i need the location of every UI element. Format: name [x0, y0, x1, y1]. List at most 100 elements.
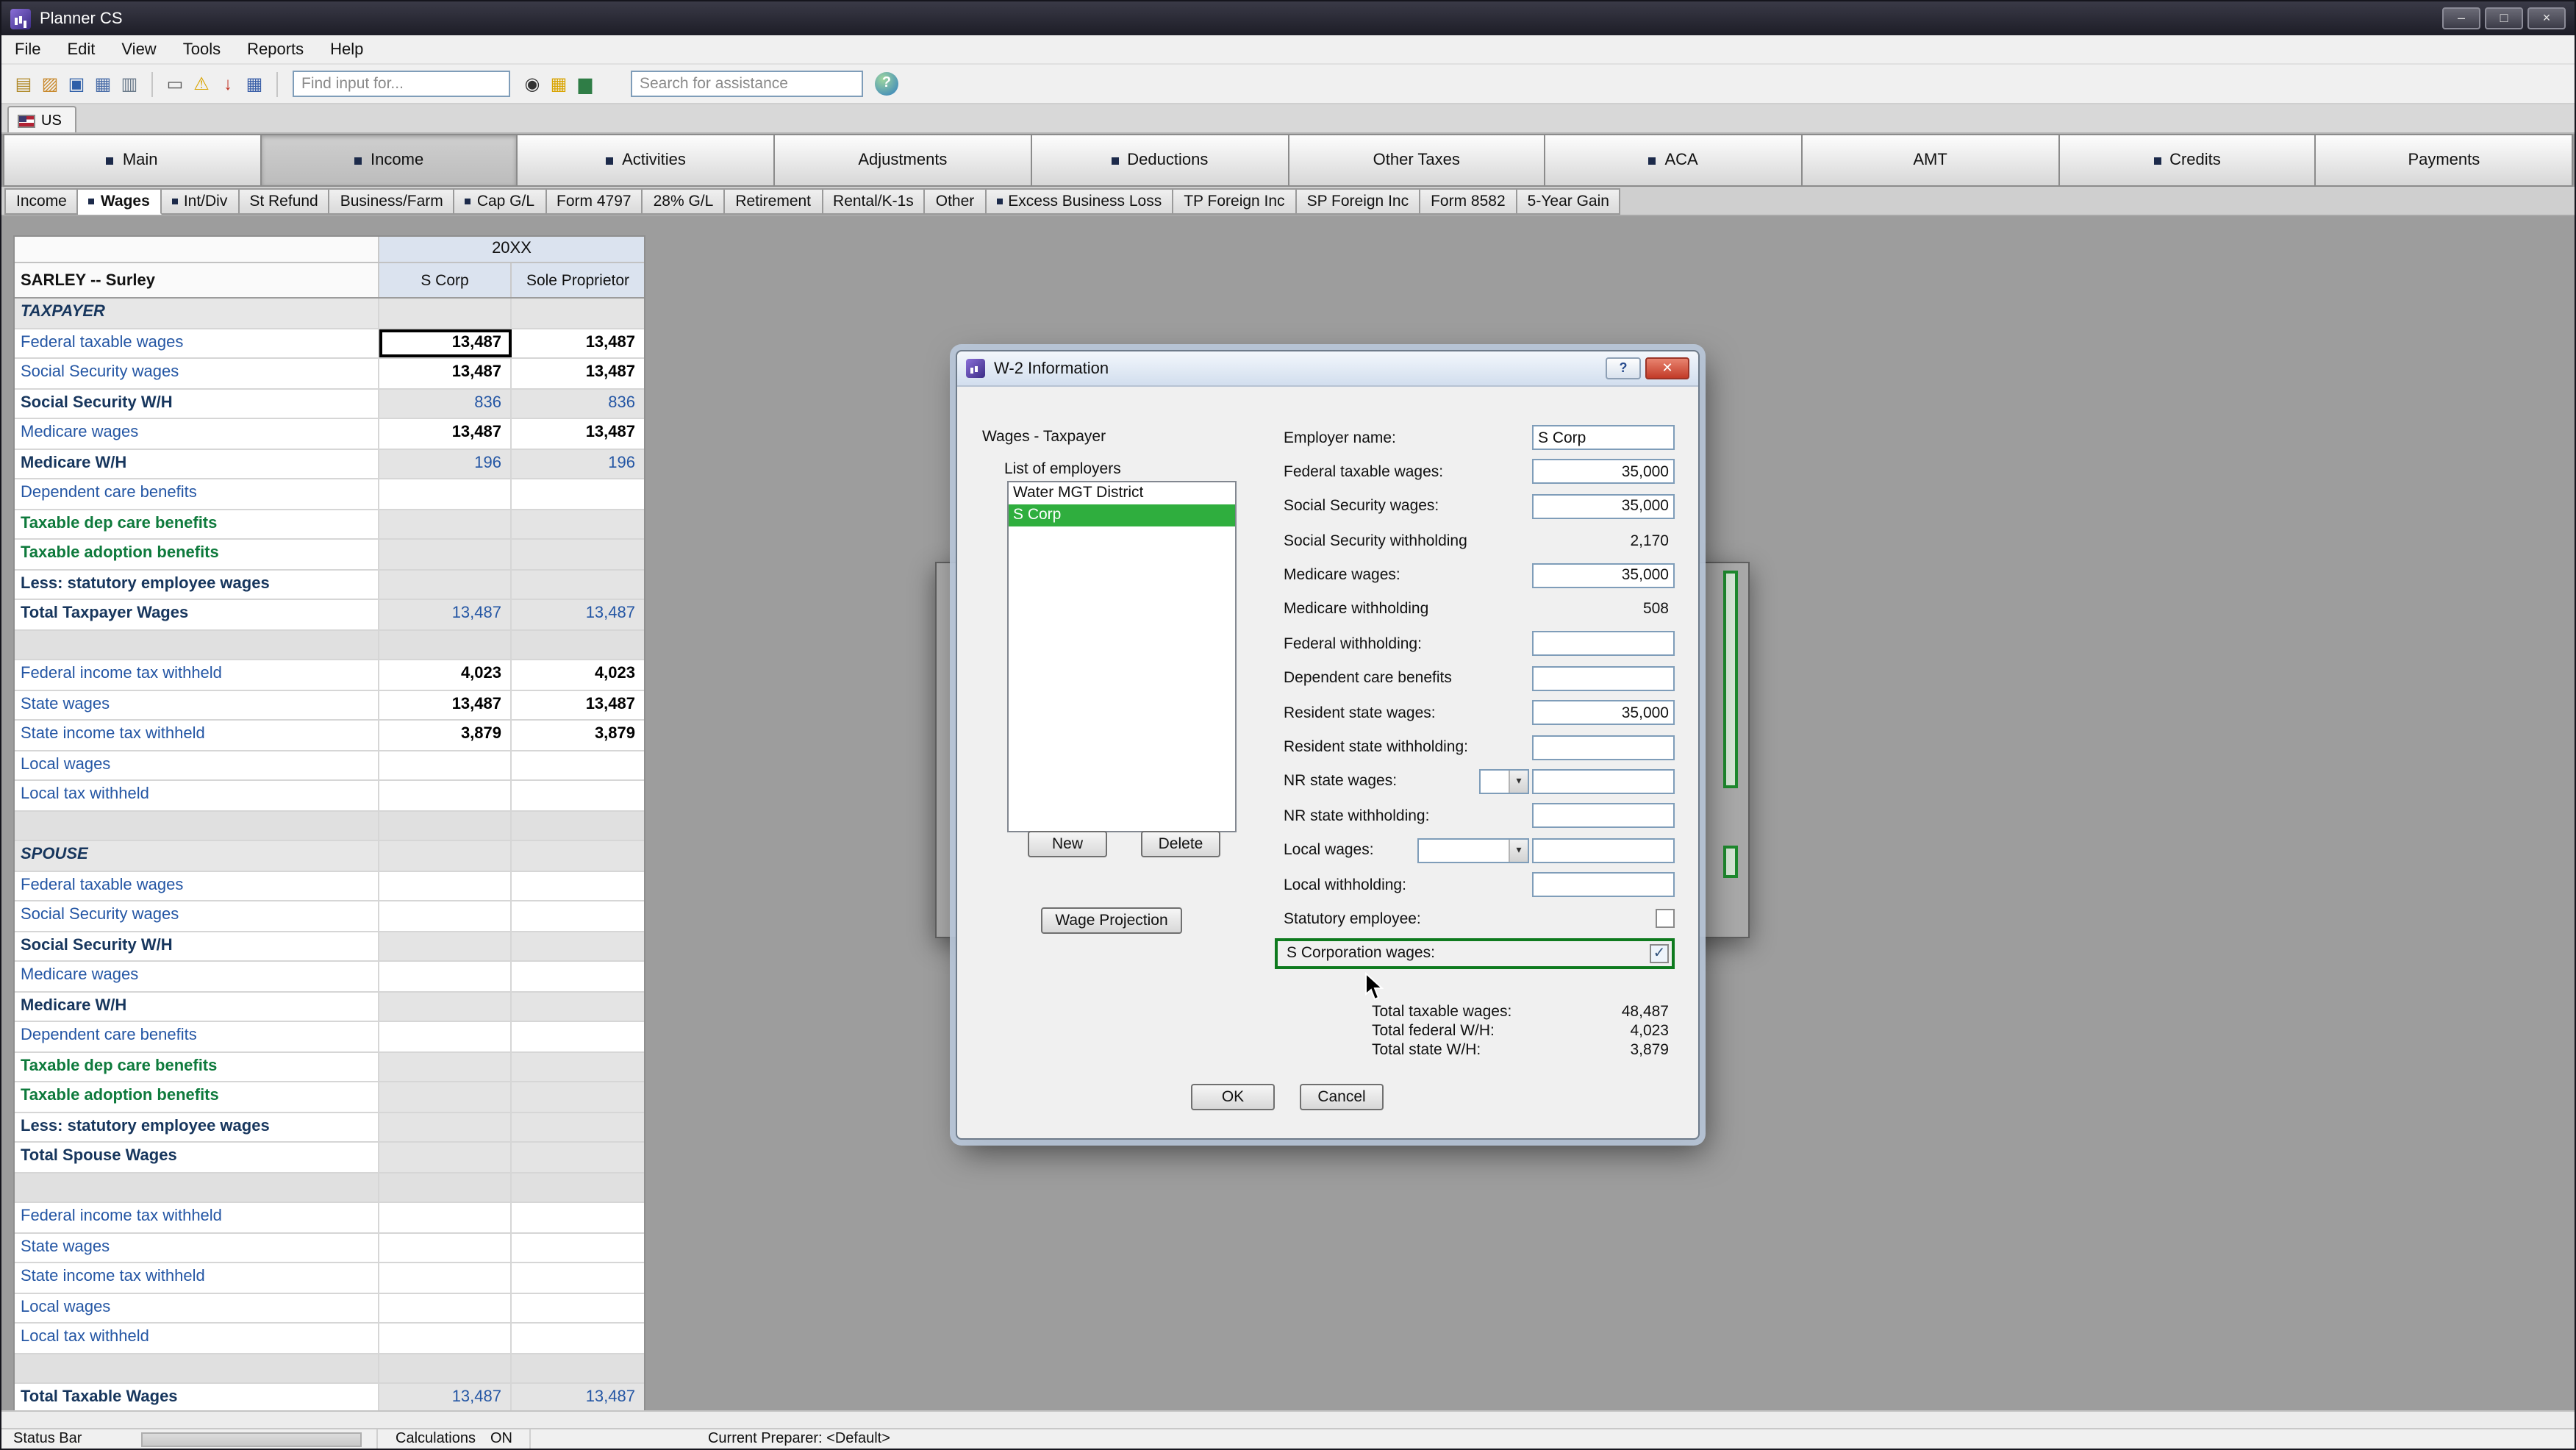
grid-cell[interactable]	[379, 751, 512, 779]
new-employer-button[interactable]: New	[1028, 831, 1107, 857]
tab-us-plan[interactable]: US	[7, 106, 76, 132]
help-icon[interactable]: ?	[875, 72, 898, 96]
grid-cell[interactable]	[512, 962, 644, 990]
grid-cell[interactable]	[379, 1233, 512, 1262]
grid-cell[interactable]: 13,487	[512, 359, 644, 388]
grid-cell[interactable]	[512, 1143, 644, 1171]
grid-cell[interactable]: 13,487	[512, 1384, 644, 1412]
wage-projection-button[interactable]: Wage Projection	[1041, 907, 1182, 934]
grid-cell[interactable]	[512, 1263, 644, 1292]
subtab-other[interactable]: Other	[926, 188, 987, 215]
tab-deductions[interactable]: Deductions	[1032, 134, 1289, 187]
grid-cell[interactable]	[379, 1112, 512, 1141]
field-medicare-wages[interactable]: 35,000	[1532, 562, 1675, 588]
grid-cell[interactable]	[379, 871, 512, 900]
menu-tools[interactable]: Tools	[170, 38, 234, 61]
ok-button[interactable]: OK	[1191, 1084, 1275, 1110]
grid-cell[interactable]	[512, 540, 644, 568]
subtab-business-farm[interactable]: Business/Farm	[330, 188, 455, 215]
grid-cell[interactable]	[512, 1324, 644, 1352]
open-plan-icon[interactable]: ▨	[37, 71, 63, 97]
tab-other-taxes[interactable]: Other Taxes	[1289, 134, 1545, 187]
chart-icon[interactable]: ▆	[572, 71, 598, 97]
field-federal-taxable-wages[interactable]: 35,000	[1532, 460, 1675, 485]
calculator-icon[interactable]: ▦	[545, 71, 572, 97]
grid-cell[interactable]: 13,487	[512, 329, 644, 357]
grid-cell[interactable]	[512, 479, 644, 508]
alert-icon[interactable]: ⚠	[188, 71, 215, 97]
grid-cell[interactable]	[379, 540, 512, 568]
field-local-wages-dropdown[interactable]: ▾	[1417, 838, 1529, 863]
tab-amt[interactable]: AMT	[1803, 134, 2059, 187]
subtab-form-4797[interactable]: Form 4797	[546, 188, 643, 215]
grid-cell[interactable]	[512, 1112, 644, 1141]
grid-cell[interactable]	[379, 479, 512, 508]
grid-cell[interactable]	[379, 1082, 512, 1111]
dialog-close-button[interactable]: ✕	[1645, 357, 1689, 379]
horizontal-scrollbar[interactable]	[1, 1410, 2575, 1428]
field-nr-state-withholding[interactable]	[1532, 804, 1675, 829]
maximize-button[interactable]: □	[2485, 7, 2523, 29]
grid-cell[interactable]	[379, 962, 512, 990]
subtab-cap-g-l[interactable]: Cap G/L	[455, 188, 546, 215]
grid-cell[interactable]	[379, 1324, 512, 1352]
grid-cell[interactable]: 3,879	[512, 721, 644, 749]
tab-credits[interactable]: Credits	[2059, 134, 2316, 187]
grid-cell[interactable]	[379, 1022, 512, 1051]
subtab-sp-foreign-inc[interactable]: SP Foreign Inc	[1297, 188, 1421, 215]
grid-cell[interactable]: 196	[379, 449, 512, 478]
subtab-28-g-l[interactable]: 28% G/L	[643, 188, 726, 215]
grid-cell[interactable]: 13,487	[379, 419, 512, 448]
tab-adjustments[interactable]: Adjustments	[775, 134, 1031, 187]
find-input[interactable]	[293, 71, 510, 97]
grid-cell[interactable]	[379, 992, 512, 1021]
grid-cell[interactable]: 196	[512, 449, 644, 478]
grid-cell[interactable]: 4,023	[512, 660, 644, 689]
grid-cell[interactable]	[379, 570, 512, 599]
dialog-help-button[interactable]: ?	[1606, 357, 1641, 379]
grid-cell[interactable]	[512, 1052, 644, 1081]
grid-cell[interactable]: 3,879	[379, 721, 512, 749]
grid-cell[interactable]	[512, 1233, 644, 1262]
find-next-icon[interactable]: ◉	[519, 71, 545, 97]
grid-cell[interactable]	[379, 781, 512, 810]
grid-cell[interactable]	[379, 1052, 512, 1081]
field-social-security-wages[interactable]: 35,000	[1532, 494, 1675, 519]
checkbox-s-corporation-wages[interactable]: ✓	[1650, 944, 1669, 963]
grid-cell[interactable]: 13,487	[379, 329, 512, 357]
grid-cell[interactable]: 13,487	[512, 419, 644, 448]
employer-listbox[interactable]: Water MGT DistrictS Corp	[1007, 481, 1237, 832]
minimize-button[interactable]: –	[2442, 7, 2480, 29]
grid-cell[interactable]	[379, 1203, 512, 1232]
grid-cell[interactable]	[512, 1203, 644, 1232]
grid-cell[interactable]	[512, 871, 644, 900]
field-nr-state-wages-dropdown[interactable]: ▾	[1479, 769, 1529, 794]
field-employer-name[interactable]: S Corp	[1532, 425, 1675, 450]
grid-cell[interactable]	[512, 1293, 644, 1322]
menu-view[interactable]: View	[108, 38, 169, 61]
menu-reports[interactable]: Reports	[234, 38, 317, 61]
field-local-withholding[interactable]	[1532, 872, 1675, 897]
menu-help[interactable]: Help	[317, 38, 376, 61]
grid-cell[interactable]: 13,487	[512, 600, 644, 629]
subtab-excess-business-loss[interactable]: Excess Business Loss	[986, 188, 1173, 215]
grid-cell[interactable]	[379, 1293, 512, 1322]
checkbox-statutory-employee[interactable]	[1656, 910, 1675, 929]
grid-cell[interactable]	[512, 570, 644, 599]
grid-cell[interactable]: 836	[379, 389, 512, 418]
grid-cell[interactable]	[379, 1263, 512, 1292]
grid-cell[interactable]	[379, 901, 512, 930]
grid-cell[interactable]	[512, 901, 644, 930]
cancel-button[interactable]: Cancel	[1300, 1084, 1384, 1110]
assistance-search-input[interactable]	[631, 71, 863, 97]
grid-cell[interactable]: 13,487	[512, 690, 644, 719]
grid-cell[interactable]	[379, 1143, 512, 1171]
grid-cell[interactable]: 13,487	[379, 690, 512, 719]
tab-main[interactable]: Main	[3, 134, 261, 187]
field-federal-withholding[interactable]	[1532, 632, 1675, 657]
grid-cell[interactable]	[512, 1022, 644, 1051]
employer-item[interactable]: Water MGT District	[1009, 482, 1235, 504]
grid-cell[interactable]: 13,487	[379, 359, 512, 388]
save-plan-icon[interactable]: ▣	[63, 71, 90, 97]
tab-aca[interactable]: ACA	[1545, 134, 1802, 187]
